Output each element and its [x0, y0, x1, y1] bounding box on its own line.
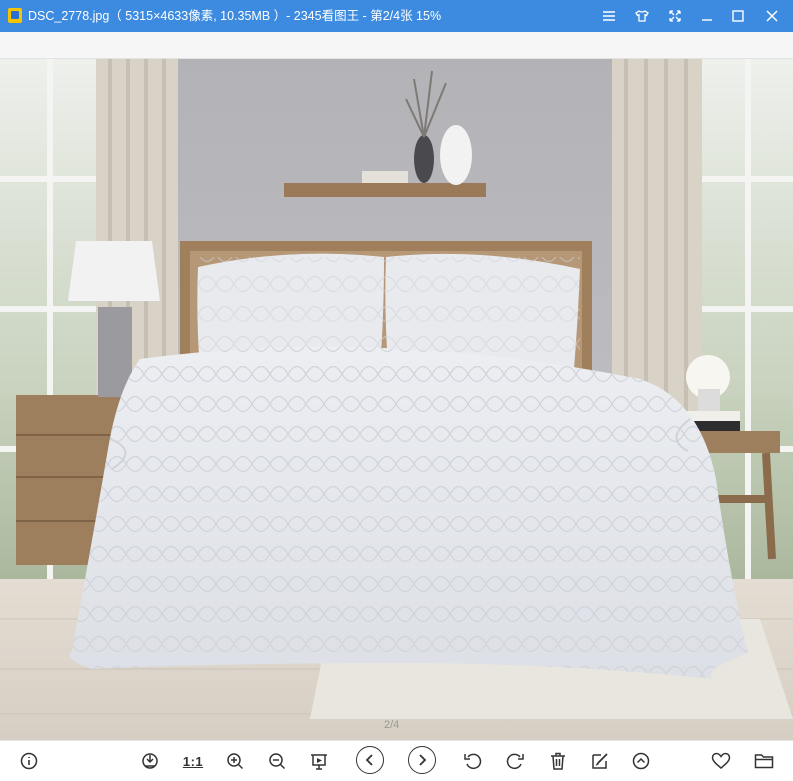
skin-icon[interactable]: [631, 5, 653, 27]
folder-icon[interactable]: [751, 748, 777, 774]
displayed-photo: [0, 59, 793, 740]
title-bar: DSC_2778.jpg（ 5315×4633像素, 10.35MB ）- 23…: [0, 0, 793, 32]
minimize-icon[interactable]: [696, 5, 718, 27]
rotate-save-icon[interactable]: [137, 748, 163, 774]
app-logo-icon: [8, 8, 22, 23]
slideshow-icon[interactable]: [306, 748, 332, 774]
close-icon[interactable]: [761, 5, 783, 27]
zoom-out-icon[interactable]: [264, 748, 290, 774]
collapse-icon[interactable]: [628, 748, 654, 774]
window-title: DSC_2778.jpg（ 5315×4633像素, 10.35MB ）- 23…: [28, 9, 442, 23]
next-button[interactable]: [408, 746, 436, 774]
actual-size-label: 1:1: [182, 753, 204, 769]
menu-icon[interactable]: [598, 5, 620, 27]
rotate-left-icon[interactable]: [460, 748, 486, 774]
next-icon: [419, 754, 427, 766]
previous-icon: [365, 754, 373, 766]
zoom-in-icon[interactable]: [222, 748, 248, 774]
bottom-toolbar: 1:1: [0, 740, 793, 781]
fullscreen-icon[interactable]: [664, 5, 686, 27]
page-indicator: 2/4: [384, 719, 400, 731]
top-toolbar-strip: [0, 32, 793, 59]
image-viewport[interactable]: [0, 59, 793, 740]
previous-button[interactable]: [356, 746, 384, 774]
maximize-icon[interactable]: [727, 5, 749, 27]
favorite-icon[interactable]: [708, 748, 734, 774]
actual-size-button[interactable]: 1:1: [180, 748, 206, 774]
edit-icon[interactable]: [587, 748, 613, 774]
info-icon[interactable]: [16, 748, 42, 774]
rotate-right-icon[interactable]: [502, 748, 528, 774]
delete-icon[interactable]: [545, 748, 571, 774]
